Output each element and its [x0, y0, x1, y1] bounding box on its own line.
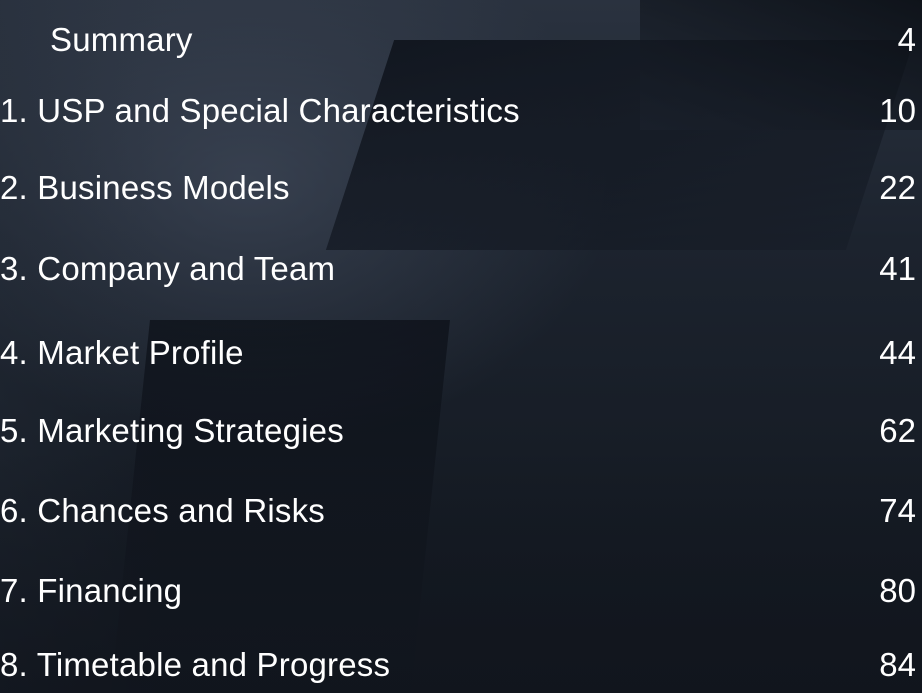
toc-entry-title: Summary: [50, 21, 193, 58]
toc-entry-page: 62: [879, 412, 916, 449]
toc-entry-title: 7. Financing: [0, 572, 183, 609]
toc-entry-page: 84: [879, 646, 916, 683]
toc-entry-title: 4. Market Profile: [0, 334, 244, 371]
toc-entry-title: 1. USP and Special Characteristics: [0, 92, 520, 129]
toc-entry-page: 74: [879, 492, 916, 529]
toc-entry-title: 3. Company and Team: [0, 250, 336, 287]
toc-entry-financing[interactable]: 7. Financing 80: [0, 563, 922, 619]
toc-entry-chances-risks[interactable]: 6. Chances and Risks 74: [0, 483, 922, 539]
toc-entry-title: 6. Chances and Risks: [0, 492, 325, 529]
toc-entry-timetable-progress[interactable]: 8. Timetable and Progress 84: [0, 637, 922, 693]
table-of-contents: Summary 4 1. USP and Special Characteris…: [0, 0, 922, 693]
toc-entry-title: 5. Marketing Strategies: [0, 412, 344, 449]
toc-entry-marketing-strategies[interactable]: 5. Marketing Strategies 62: [0, 403, 922, 459]
toc-entry-summary[interactable]: Summary 4: [0, 12, 922, 68]
toc-entry-page: 10: [879, 92, 916, 129]
toc-entry-company-team[interactable]: 3. Company and Team 41: [0, 241, 922, 297]
toc-entry-market-profile[interactable]: 4. Market Profile 44: [0, 325, 922, 381]
toc-entry-page: 22: [879, 169, 916, 206]
toc-entry-business-models[interactable]: 2. Business Models 22: [0, 160, 922, 216]
toc-entry-usp[interactable]: 1. USP and Special Characteristics 10: [0, 83, 922, 139]
toc-entry-title: 2. Business Models: [0, 169, 290, 206]
toc-entry-page: 80: [879, 572, 916, 609]
toc-entry-page: 44: [879, 334, 916, 371]
toc-entry-page: 4: [897, 21, 916, 58]
toc-entry-page: 41: [879, 250, 916, 287]
toc-entry-title: 8. Timetable and Progress: [0, 646, 391, 683]
